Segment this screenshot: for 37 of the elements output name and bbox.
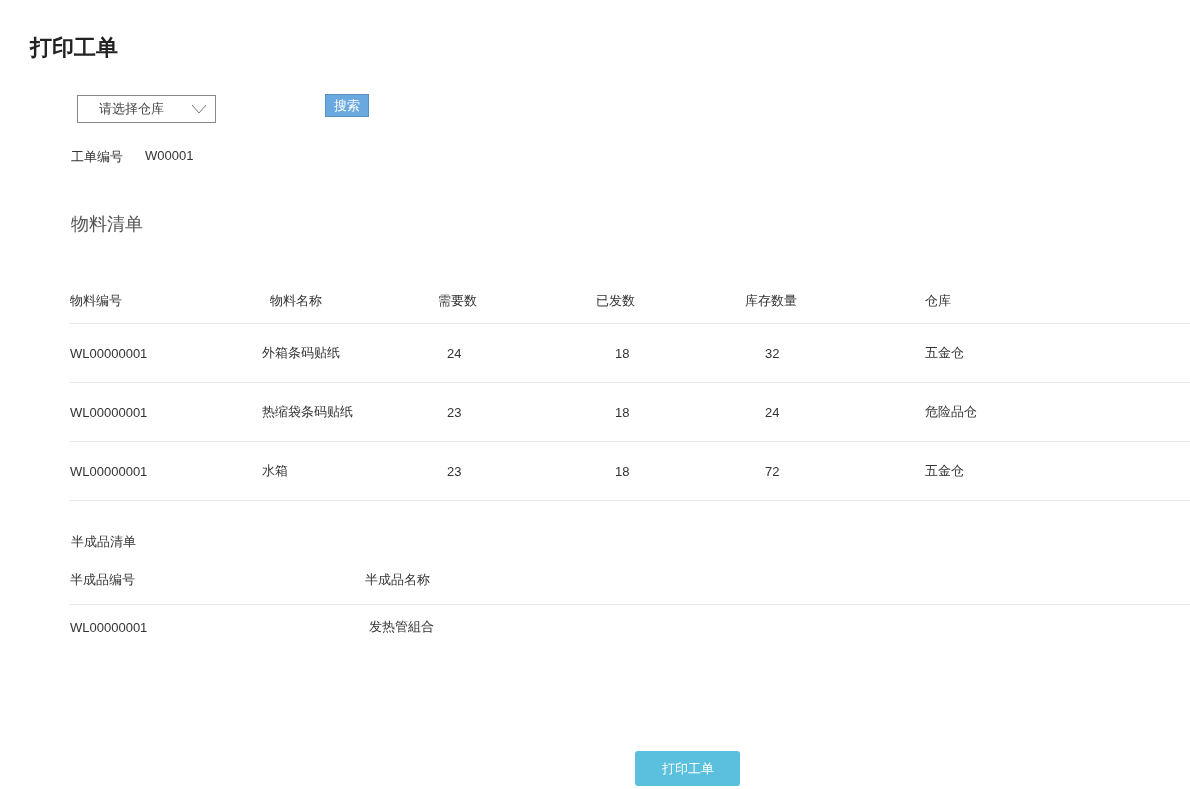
work-order-label: 工单编号 (71, 148, 123, 166)
table-cell-text: 23 (446, 404, 463, 420)
table-cell-text: 24 (446, 345, 463, 361)
table-cell-text: 五金仓 (925, 344, 965, 362)
column-header: 物料名称 (269, 292, 323, 310)
table-cell-text: 发热管組合 (368, 618, 435, 636)
section-title: 物料清单 (71, 213, 144, 236)
table-cell-text: 72 (764, 463, 781, 479)
table-cell-text: WL00000001 (70, 463, 149, 479)
table-cell-text: 24 (764, 404, 781, 420)
print-button[interactable]: 打印工单 (635, 751, 740, 786)
work-order-value: W00001 (145, 148, 194, 165)
warehouse-select[interactable]: 请选择仓库 (77, 95, 216, 123)
table-cell-text: 32 (764, 345, 781, 361)
chevron-down-icon (191, 104, 207, 114)
column-header: 需要数 (438, 292, 478, 310)
table-cell-text: 五金仓 (925, 462, 965, 480)
column-header: 仓库 (925, 292, 952, 310)
table-cell-text: 18 (614, 345, 631, 361)
table-cell-text: 危险品仓 (925, 403, 978, 421)
column-header: 半成品编号 (70, 571, 136, 589)
table-cell-text: 23 (446, 463, 463, 479)
column-header: 半成品名称 (365, 571, 431, 589)
table-cell-text: 外箱条码贴纸 (262, 344, 341, 362)
table-cell-text: 18 (614, 404, 631, 420)
table-cell-text: 热缩袋条码贴纸 (262, 403, 354, 421)
table-cell-text: WL00000001 (70, 619, 149, 635)
table-cell-text: 水箱 (262, 462, 289, 480)
column-header: 物料编号 (70, 292, 123, 310)
page-title: 打印工单 (30, 34, 119, 62)
column-header: 已发数 (596, 292, 636, 310)
table-cell-text: WL00000001 (70, 345, 149, 361)
table-cell-text: 18 (614, 463, 631, 479)
search-button[interactable]: 搜索 (325, 94, 369, 117)
section-title: 半成品清单 (71, 533, 137, 551)
table-cell-text: WL00000001 (70, 404, 149, 420)
column-header: 库存数量 (745, 292, 798, 310)
